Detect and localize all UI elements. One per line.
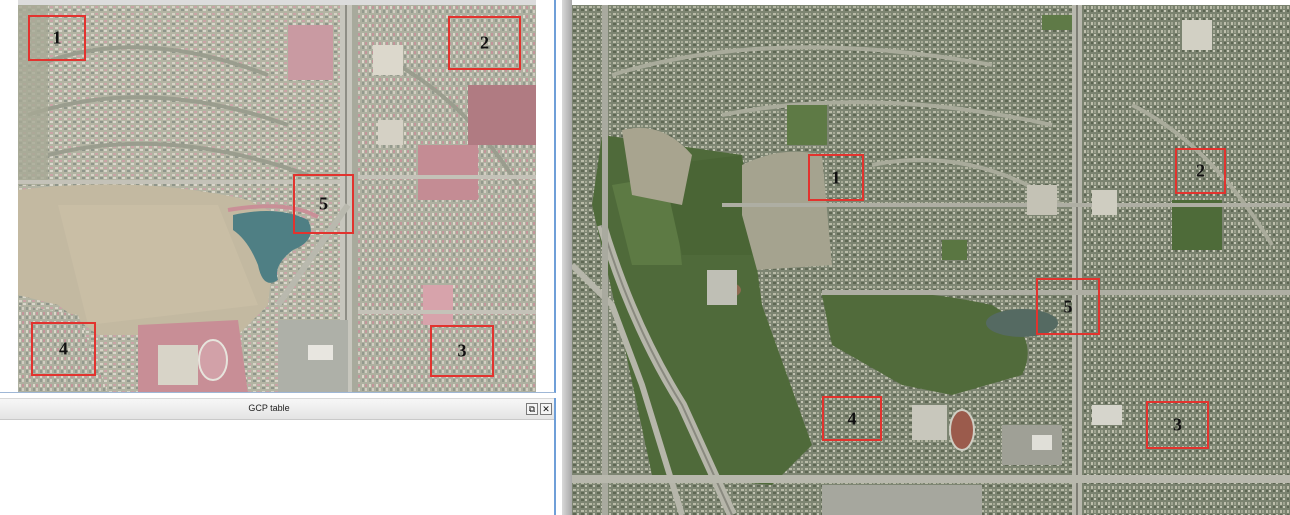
gcp-table-title: GCP table	[248, 403, 290, 413]
gcp-marker-2[interactable]: 2	[1175, 148, 1226, 194]
georeferencer-canvas-frame: 1 2 3 4 5	[0, 0, 556, 393]
gcp-marker-label: 3	[457, 340, 467, 361]
gcp-marker-3[interactable]: 3	[1146, 401, 1209, 449]
gcp-marker-5[interactable]: 5	[1036, 278, 1100, 335]
gcp-marker-4[interactable]: 4	[822, 396, 882, 441]
gcp-table-body[interactable]	[0, 420, 554, 515]
gcp-marker-2[interactable]: 2	[448, 16, 521, 70]
reference-map-canvas[interactable]: 1 2 3 4 5	[572, 5, 1290, 515]
gcp-marker-3[interactable]: 3	[430, 325, 494, 377]
gcp-marker-1[interactable]: 1	[28, 15, 86, 61]
gcp-marker-5[interactable]: 5	[293, 174, 354, 234]
gcp-marker-label: 4	[59, 338, 68, 359]
gcp-marker-1[interactable]: 1	[808, 154, 864, 201]
gcp-marker-4[interactable]: 4	[31, 322, 96, 376]
gcp-table-dock: GCP table ⧉ ✕	[0, 398, 556, 515]
raster-image-canvas[interactable]: 1 2 3 4 5	[18, 5, 536, 392]
gcp-marker-label: 1	[831, 167, 841, 187]
gcp-marker-label: 5	[1063, 296, 1073, 316]
restore-window-icon[interactable]: ⧉	[526, 403, 538, 415]
gcp-marker-label: 2	[480, 32, 489, 53]
gcp-marker-label: 1	[52, 27, 62, 48]
gcp-marker-label: 4	[847, 408, 857, 428]
gcp-marker-label: 5	[319, 193, 328, 214]
gcp-marker-label: 3	[1173, 414, 1182, 435]
pane-splitter[interactable]	[562, 0, 572, 515]
gcp-marker-label: 2	[1196, 160, 1205, 181]
georeferencer-pane: 1 2 3 4 5 GCP table ⧉ ✕	[0, 0, 562, 515]
gcp-table-titlebar[interactable]: GCP table ⧉ ✕	[0, 398, 554, 420]
close-icon[interactable]: ✕	[540, 403, 552, 415]
